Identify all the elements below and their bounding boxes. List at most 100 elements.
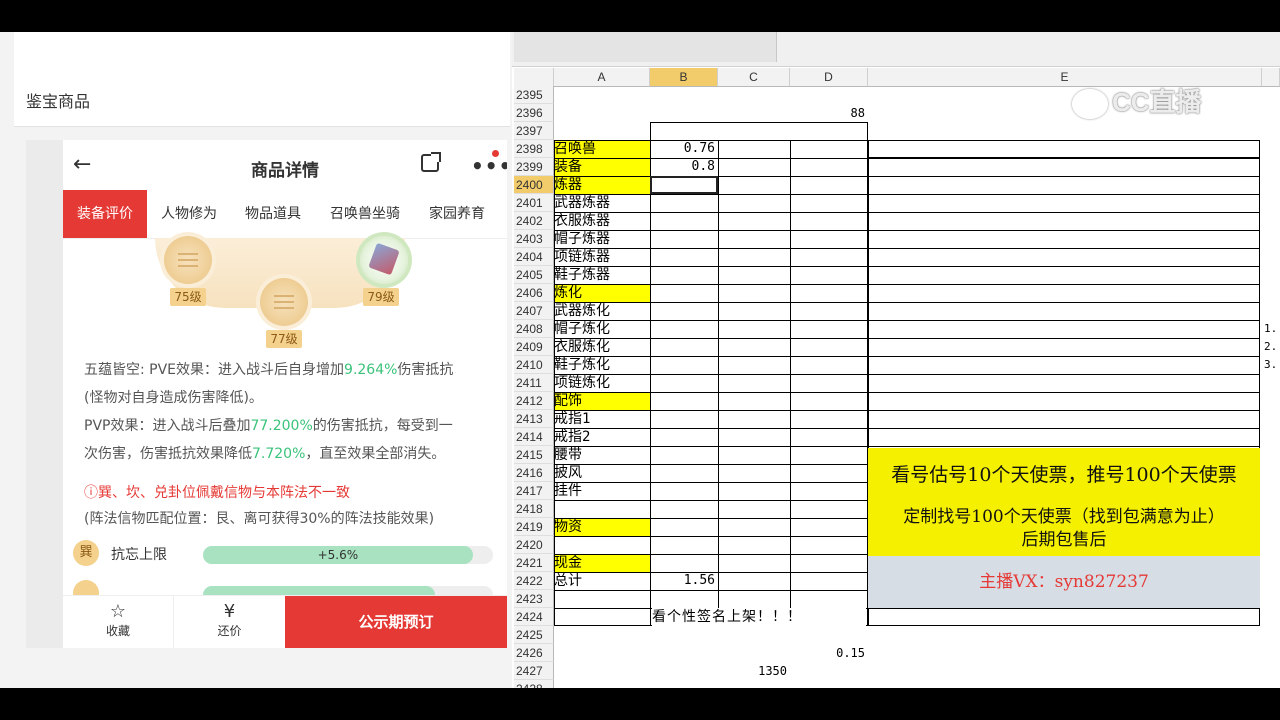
tab-summon-mounts[interactable]: 召唤兽坐骑 [315, 190, 415, 238]
row-header[interactable]: 2407 [514, 302, 554, 320]
row-header[interactable]: 2417 [514, 482, 554, 500]
effect-description-line: 次伤害，伤害抵抗效果降低7.720%，直至效果全部消失。 [84, 440, 445, 468]
row-header[interactable]: 2418 [514, 500, 554, 518]
desc-text: 次伤害，伤害抵抗效果降低 [84, 446, 252, 462]
row-header[interactable]: 2428 [514, 680, 554, 688]
bargain-button[interactable]: ¥ 还价 [173, 596, 285, 648]
name-box[interactable] [514, 32, 777, 62]
row-header[interactable]: 2396 [514, 104, 554, 122]
desc-text: PVP效果：进入战斗后叠加 [84, 418, 251, 434]
column-header[interactable]: D [790, 68, 868, 87]
screen: 鉴宝商品 ← 商品详情 ••• 装备评价 人物修为 物品道具 召唤兽坐骑 家园养… [0, 32, 1280, 688]
star-icon: ☆ [109, 601, 127, 622]
stat-bar-fill: +5.6% [203, 546, 473, 564]
row-header[interactable]: 2410 [514, 356, 554, 374]
column-header[interactable]: C [718, 68, 790, 87]
side-mark: 3. [1264, 358, 1278, 371]
bargain-label: 还价 [217, 624, 242, 638]
row-header[interactable]: 2424 [514, 608, 554, 626]
row-header[interactable]: 2412 [514, 392, 554, 410]
tab-home[interactable]: 家园养育 [415, 190, 499, 238]
desc-value: 7.720% [252, 446, 306, 462]
appraisal-ad-banner: 看号估号10个天使票，推号100个天使票 [868, 448, 1260, 502]
app-header-title: 鉴宝商品 [26, 92, 91, 111]
row-header[interactable]: 2423 [514, 590, 554, 608]
table-border [868, 140, 1260, 158]
row-header[interactable]: 2414 [514, 428, 554, 446]
row-header[interactable]: 2397 [514, 122, 554, 140]
favorite-button[interactable]: ☆ 收藏 [63, 596, 173, 648]
share-icon[interactable] [421, 152, 441, 172]
row-header[interactable]: 2408 [514, 320, 554, 338]
token-item-icon[interactable] [360, 236, 408, 284]
row-header[interactable]: 2425 [514, 626, 554, 644]
select-all-corner[interactable] [514, 68, 554, 87]
desc-text: ，直至效果全部消失。 [305, 446, 446, 462]
more-icon[interactable]: ••• [471, 154, 507, 178]
row-header[interactable]: 2402 [514, 212, 554, 230]
custom-search-ad-banner: 定制找号100个天使票（找到包满意为止） 后期包售后 [868, 502, 1260, 556]
stat-row: 巽 抗忘上限 +5.6% [73, 540, 493, 568]
level-badge: 79级 [363, 288, 399, 306]
row-header[interactable]: 2415 [514, 446, 554, 464]
cc-logo-icon [1072, 89, 1108, 120]
formation-match-note: (阵法信物匹配位置：艮、离可获得30%的阵法技能效果) [84, 511, 435, 527]
yen-icon: ¥ [223, 601, 236, 622]
level-badge: 77级 [266, 330, 302, 348]
ad-line: 后期包售后 [1021, 530, 1107, 550]
row-header[interactable]: 2426 [514, 644, 554, 662]
row-header[interactable]: 2413 [514, 410, 554, 428]
desc-text: 的伤害抵抗，每受到一 [312, 418, 453, 434]
ad-line: 定制找号100个天使票（找到包满意为止） [903, 507, 1225, 527]
favorite-label: 收藏 [105, 624, 130, 638]
formation-slot-icon[interactable] [260, 278, 308, 326]
row-header[interactable]: 2422 [514, 572, 554, 590]
cell-d2396[interactable]: 88 [790, 104, 868, 122]
row-header[interactable]: 2405 [514, 266, 554, 284]
category-tabs: 装备评价 人物修为 物品道具 召唤兽坐骑 家园养育 [63, 190, 507, 239]
row-header[interactable]: 2404 [514, 248, 554, 266]
stat-label: 抗忘上限 [111, 547, 167, 563]
row-header[interactable]: 2416 [514, 464, 554, 482]
row-header[interactable]: 2399 [514, 158, 554, 176]
row-header[interactable]: 2427 [514, 662, 554, 680]
desc-text: 五蕴皆空: PVE效果：进入战斗后自身增加 [84, 362, 345, 378]
effect-description-line: PVP效果：进入战斗后叠加77.200%的伤害抵抗，每受到一 [84, 412, 453, 440]
preorder-button[interactable]: 公示期预订 [285, 596, 507, 648]
spreadsheet-window: A B C D E 2395 2396 2397 2398 召唤兽 0.76 2399 装备 0… [512, 32, 1280, 688]
trading-app-panel: 鉴宝商品 ← 商品详情 ••• 装备评价 人物修为 物品道具 召唤兽坐骑 家园养… [0, 32, 512, 688]
side-mark: 2. [1264, 340, 1278, 353]
level-badge: 75级 [170, 288, 206, 306]
notification-dot [492, 150, 499, 157]
active-cell[interactable] [650, 176, 718, 194]
tab-items[interactable]: 物品道具 [231, 190, 315, 238]
row-header[interactable]: 2400 [514, 176, 554, 194]
tab-equipment-review[interactable]: 装备评价 [63, 190, 147, 238]
streamer-contact-banner: 主播VX：syn827237 [868, 556, 1260, 608]
row-header[interactable]: 2421 [514, 554, 554, 572]
row-header[interactable]: 2403 [514, 230, 554, 248]
row-header[interactable]: 2409 [514, 338, 554, 356]
tab-character-cultivation[interactable]: 人物修为 [147, 190, 231, 238]
app-header: 鉴宝商品 [14, 32, 510, 127]
formation-slot-icon[interactable] [164, 236, 212, 284]
row-header[interactable]: 2420 [514, 536, 554, 554]
row-header[interactable]: 2398 [514, 140, 554, 158]
row-header[interactable]: 2411 [514, 374, 554, 392]
stream-watermark: CC直播 [1072, 82, 1252, 126]
row-header[interactable]: 2401 [514, 194, 554, 212]
mismatch-warning: ⓘ巽、坎、兑卦位佩戴信物与本阵法不一致 [84, 485, 350, 501]
row-header[interactable]: 2395 [514, 86, 554, 104]
desc-value: 9.264% [344, 362, 398, 378]
row-header[interactable]: 2406 [514, 284, 554, 302]
column-header[interactable]: B [650, 68, 718, 87]
column-header-partial[interactable] [1262, 68, 1280, 87]
row-header[interactable]: 2419 [514, 518, 554, 536]
table-border [650, 122, 868, 140]
column-header[interactable]: A [554, 68, 650, 87]
product-detail-page: ← 商品详情 ••• 装备评价 人物修为 物品道具 召唤兽坐骑 家园养育 75级… [63, 140, 507, 648]
banner-cell[interactable]: 看个性签名上架！！！ [652, 608, 866, 626]
stat-bar: +5.6% [203, 546, 493, 564]
cell-d2426[interactable]: 0.15 [790, 644, 868, 662]
cell-c2427[interactable]: 1350 [718, 662, 790, 680]
